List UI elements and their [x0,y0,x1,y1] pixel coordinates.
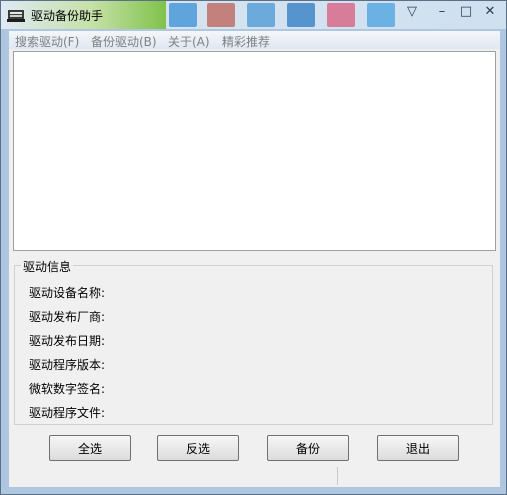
app-icon [7,10,25,22]
maximize-icon: □ [459,3,473,19]
client-area: 驱动信息 驱动设备名称: 驱动发布厂商: 驱动发布日期: 驱动程序版本: 微软数… [9,49,500,487]
device-name-label: 驱动设备名称: [29,286,106,300]
invert-selection-button[interactable]: 反选 [157,435,239,461]
app-window: 驱动备份助手 ▽ – □ ✕ 搜索驱动(F) 备份驱动(B) 关于(A) 精彩推… [0,0,507,495]
driver-file-label: 驱动程序文件: [29,406,106,420]
menu-about[interactable]: 关于(A) [168,33,210,50]
driver-info-group: 驱动信息 驱动设备名称: 驱动发布厂商: 驱动发布日期: 驱动程序版本: 微软数… [14,258,493,425]
version-label: 驱动程序版本: [29,358,106,372]
menu-backup-driver[interactable]: 备份驱动(B) [91,33,157,50]
dropdown-button[interactable]: ▽ [397,1,427,21]
signature-label: 微软数字签名: [29,382,106,396]
status-divider [337,467,338,485]
exit-button[interactable]: 退出 [377,435,459,461]
title-bar[interactable]: 驱动备份助手 ▽ – □ ✕ [1,1,506,29]
background-tile [169,3,197,27]
menu-bar: 搜索驱动(F) 备份驱动(B) 关于(A) 精彩推荐 [9,31,500,50]
window-title: 驱动备份助手 [31,9,104,23]
minimize-icon: – [438,3,446,19]
close-icon: ✕ [484,3,496,19]
close-button[interactable]: ✕ [475,1,505,21]
driver-list[interactable] [13,51,496,251]
background-tile [287,3,315,27]
menu-search-driver[interactable]: 搜索驱动(F) [15,33,79,50]
background-tile [207,3,235,27]
status-bar [13,467,496,485]
background-tile [247,3,275,27]
group-title: 驱动信息 [21,258,74,275]
vendor-label: 驱动发布厂商: [29,310,106,324]
background-tile [367,3,395,27]
backup-button[interactable]: 备份 [267,435,349,461]
menu-recommend[interactable]: 精彩推荐 [222,33,270,50]
background-tile [327,3,355,27]
chevron-down-icon: ▽ [407,3,417,19]
select-all-button[interactable]: 全选 [49,435,131,461]
release-date-label: 驱动发布日期: [29,334,106,348]
